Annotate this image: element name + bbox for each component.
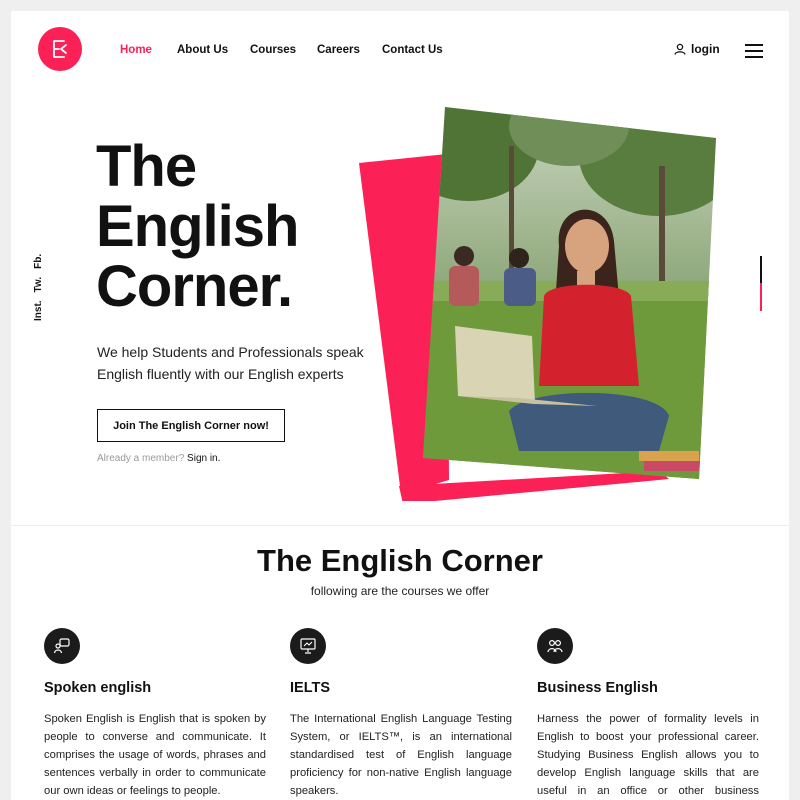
course-description: The International English Language Testi… bbox=[290, 713, 512, 797]
course-title: Business English bbox=[537, 680, 658, 696]
business-icon-glyph bbox=[547, 639, 563, 653]
logo[interactable] bbox=[38, 27, 82, 71]
hero-title: The English Corner. bbox=[96, 134, 299, 319]
slide-indicator[interactable] bbox=[760, 256, 762, 311]
course-description: Spoken English is English that is spoken… bbox=[44, 713, 266, 797]
social-fb[interactable]: Fb. bbox=[33, 254, 44, 269]
signin-link[interactable]: Sign in. bbox=[187, 453, 220, 464]
speech-icon-glyph bbox=[53, 638, 70, 654]
hero-title-line: Corner. bbox=[96, 254, 293, 319]
nav-contact-us[interactable]: Contact Us bbox=[382, 44, 443, 56]
social-links: Inst. Tw. Fb. bbox=[33, 254, 44, 321]
login-link[interactable]: login bbox=[674, 42, 720, 56]
login-label: login bbox=[691, 42, 720, 56]
nav-courses[interactable]: Courses bbox=[250, 44, 296, 56]
course-title: IELTS bbox=[290, 680, 331, 696]
social-tw[interactable]: Tw. bbox=[33, 277, 44, 293]
hamburger-menu-button[interactable] bbox=[745, 44, 763, 58]
course-card: IELTS The International English Language… bbox=[290, 628, 512, 800]
page: Home About Us Courses Careers Contact Us… bbox=[11, 11, 789, 800]
course-title: Spoken english bbox=[44, 680, 152, 696]
speech-icon bbox=[44, 628, 80, 664]
logo-mark-icon bbox=[53, 40, 67, 58]
member-text: Already a member? bbox=[97, 453, 185, 464]
presentation-icon bbox=[290, 628, 326, 664]
business-icon bbox=[537, 628, 573, 664]
section-divider bbox=[11, 525, 789, 526]
section-title: The English Corner bbox=[257, 543, 543, 578]
course-card: Business English Harness the power of fo… bbox=[537, 628, 759, 800]
section-subtitle: following are the courses we offer bbox=[310, 584, 490, 598]
slide-indicator-active bbox=[760, 283, 762, 311]
hero-title-line: The bbox=[96, 134, 197, 199]
join-button[interactable]: Join The English Corner now! bbox=[97, 409, 285, 442]
nav-about-us[interactable]: About Us bbox=[177, 44, 228, 56]
course-card: Spoken english Spoken English is English… bbox=[44, 628, 266, 800]
hamburger-line bbox=[745, 56, 763, 58]
member-prompt: Already a member? Sign in. bbox=[97, 453, 220, 464]
presentation-icon-glyph bbox=[300, 638, 316, 654]
course-description: Harness the power of formality levels in… bbox=[537, 713, 759, 797]
social-inst[interactable]: Inst. bbox=[33, 300, 44, 321]
hero-image bbox=[359, 107, 716, 501]
hero-title-line: English bbox=[96, 194, 299, 259]
user-icon bbox=[674, 43, 686, 55]
hamburger-line bbox=[745, 50, 763, 52]
hamburger-icon bbox=[745, 44, 763, 46]
student-photo bbox=[423, 107, 716, 479]
nav-home[interactable]: Home bbox=[120, 44, 152, 56]
nav-careers[interactable]: Careers bbox=[317, 44, 360, 56]
